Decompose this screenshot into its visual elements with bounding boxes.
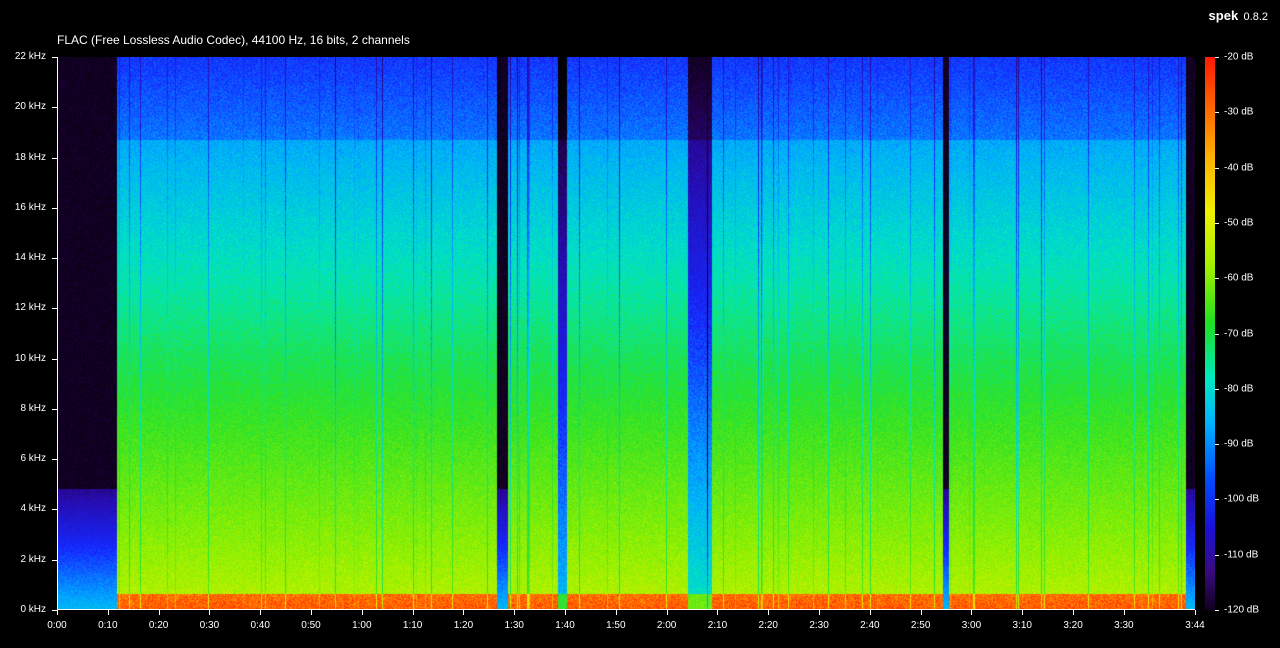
time-tick: [209, 610, 211, 615]
freq-tick-label: 20 kHz: [14, 101, 46, 113]
freq-tick: [52, 157, 57, 159]
time-tick: [463, 610, 465, 615]
freq-tick-label: 6 kHz: [20, 453, 46, 465]
time-tick: [666, 610, 668, 615]
file-info: FLAC (Free Lossless Audio Codec), 44100 …: [57, 33, 410, 47]
freq-tick: [52, 358, 57, 360]
db-tick-label: -20 dB: [1224, 51, 1254, 63]
time-tick-label: 1:30: [504, 620, 524, 631]
freq-tick: [52, 107, 57, 109]
db-tick-label: -30 dB: [1224, 106, 1254, 118]
freq-tick: [52, 408, 57, 410]
time-tick-label: 2:10: [707, 620, 728, 631]
time-tick-label: 2:40: [860, 620, 880, 631]
time-tick-label: 1:00: [352, 620, 372, 631]
db-tick: [1215, 57, 1219, 58]
db-tick: [1215, 444, 1219, 446]
app-brand: spek 0.8.2: [1209, 8, 1268, 23]
time-tick-label: 3:20: [1063, 620, 1083, 631]
time-tick: [869, 610, 871, 615]
time-tick: [1195, 610, 1196, 615]
time-tick: [158, 610, 160, 615]
color-scale-bar: [1205, 57, 1215, 610]
time-tick: [819, 610, 821, 615]
freq-tick-label: 8 kHz: [20, 402, 46, 414]
spectrogram: [57, 57, 1195, 610]
time-tick: [57, 610, 58, 615]
db-tick: [1215, 610, 1219, 611]
time-tick: [615, 610, 617, 615]
db-tick-label: -120 dB: [1224, 604, 1260, 616]
time-tick: [311, 610, 313, 615]
freq-tick-label: 10 kHz: [14, 352, 46, 364]
time-tick: [920, 610, 922, 615]
freq-tick-label: 18 kHz: [14, 151, 46, 163]
time-tick-label: 0:50: [301, 620, 321, 631]
time-tick: [361, 610, 363, 615]
app-name: spek: [1208, 8, 1239, 23]
freq-tick-label: 14 kHz: [14, 252, 46, 264]
db-tick: [1215, 167, 1219, 169]
db-tick: [1215, 388, 1219, 390]
time-tick-label: 3:10: [1012, 620, 1032, 631]
time-tick: [717, 610, 719, 615]
time-tick-label: 0:40: [250, 620, 270, 631]
db-tick-label: -110 dB: [1224, 549, 1259, 561]
time-tick-label: 1:10: [402, 620, 423, 631]
freq-tick-label: 2 kHz: [20, 553, 46, 565]
db-tick: [1215, 554, 1219, 556]
time-tick-label: 3:30: [1114, 620, 1134, 631]
db-tick: [1215, 499, 1219, 501]
time-tick: [412, 610, 414, 615]
time-tick-label: 1:50: [606, 620, 626, 631]
db-tick: [1215, 112, 1219, 114]
freq-tick: [52, 207, 57, 209]
time-tick-label: 1:20: [453, 620, 474, 631]
time-tick: [514, 610, 516, 615]
time-tick: [1073, 610, 1075, 615]
freq-tick: [52, 258, 57, 260]
db-tick-label: -80 dB: [1224, 383, 1254, 395]
time-tick: [1022, 610, 1024, 615]
db-tick-label: -100 dB: [1224, 493, 1260, 505]
time-tick: [565, 610, 567, 615]
db-tick-label: -50 dB: [1224, 217, 1254, 229]
time-tick-label: 3:44: [1185, 620, 1205, 631]
time-tick-label: 1:40: [555, 620, 575, 631]
time-tick-label: 0:20: [148, 620, 169, 631]
time-tick: [971, 610, 973, 615]
freq-tick-label: 4 kHz: [20, 503, 46, 515]
time-tick-label: 2:50: [910, 620, 931, 631]
time-tick-label: 2:30: [809, 620, 829, 631]
freq-tick: [52, 308, 57, 310]
freq-tick: [52, 559, 57, 561]
time-tick-label: 3:00: [961, 620, 982, 631]
freq-tick-label: 22 kHz: [14, 51, 46, 62]
time-tick-label: 2:00: [656, 620, 677, 631]
freq-tick-label: 16 kHz: [14, 201, 46, 213]
time-tick-label: 0:30: [199, 620, 220, 631]
freq-tick: [52, 57, 57, 58]
time-tick-label: 0:10: [98, 620, 118, 631]
time-tick-label: 2:20: [758, 620, 778, 631]
db-tick-label: -60 dB: [1224, 272, 1254, 284]
db-tick-label: -70 dB: [1224, 328, 1254, 339]
db-tick-label: -40 dB: [1224, 162, 1254, 174]
freq-tick: [52, 509, 57, 511]
db-tick: [1215, 333, 1219, 335]
db-tick: [1215, 222, 1219, 224]
time-tick-label: 0:00: [47, 620, 67, 631]
freq-tick: [52, 459, 57, 461]
time-tick: [107, 610, 109, 615]
time-tick: [260, 610, 262, 615]
app-version: 0.8.2: [1243, 11, 1268, 23]
time-tick: [768, 610, 770, 615]
freq-tick-label: 12 kHz: [14, 302, 46, 314]
db-tick-label: -90 dB: [1224, 438, 1254, 450]
freq-tick-label: 0 kHz: [20, 604, 46, 615]
time-tick: [1123, 610, 1125, 615]
db-tick: [1215, 278, 1219, 280]
